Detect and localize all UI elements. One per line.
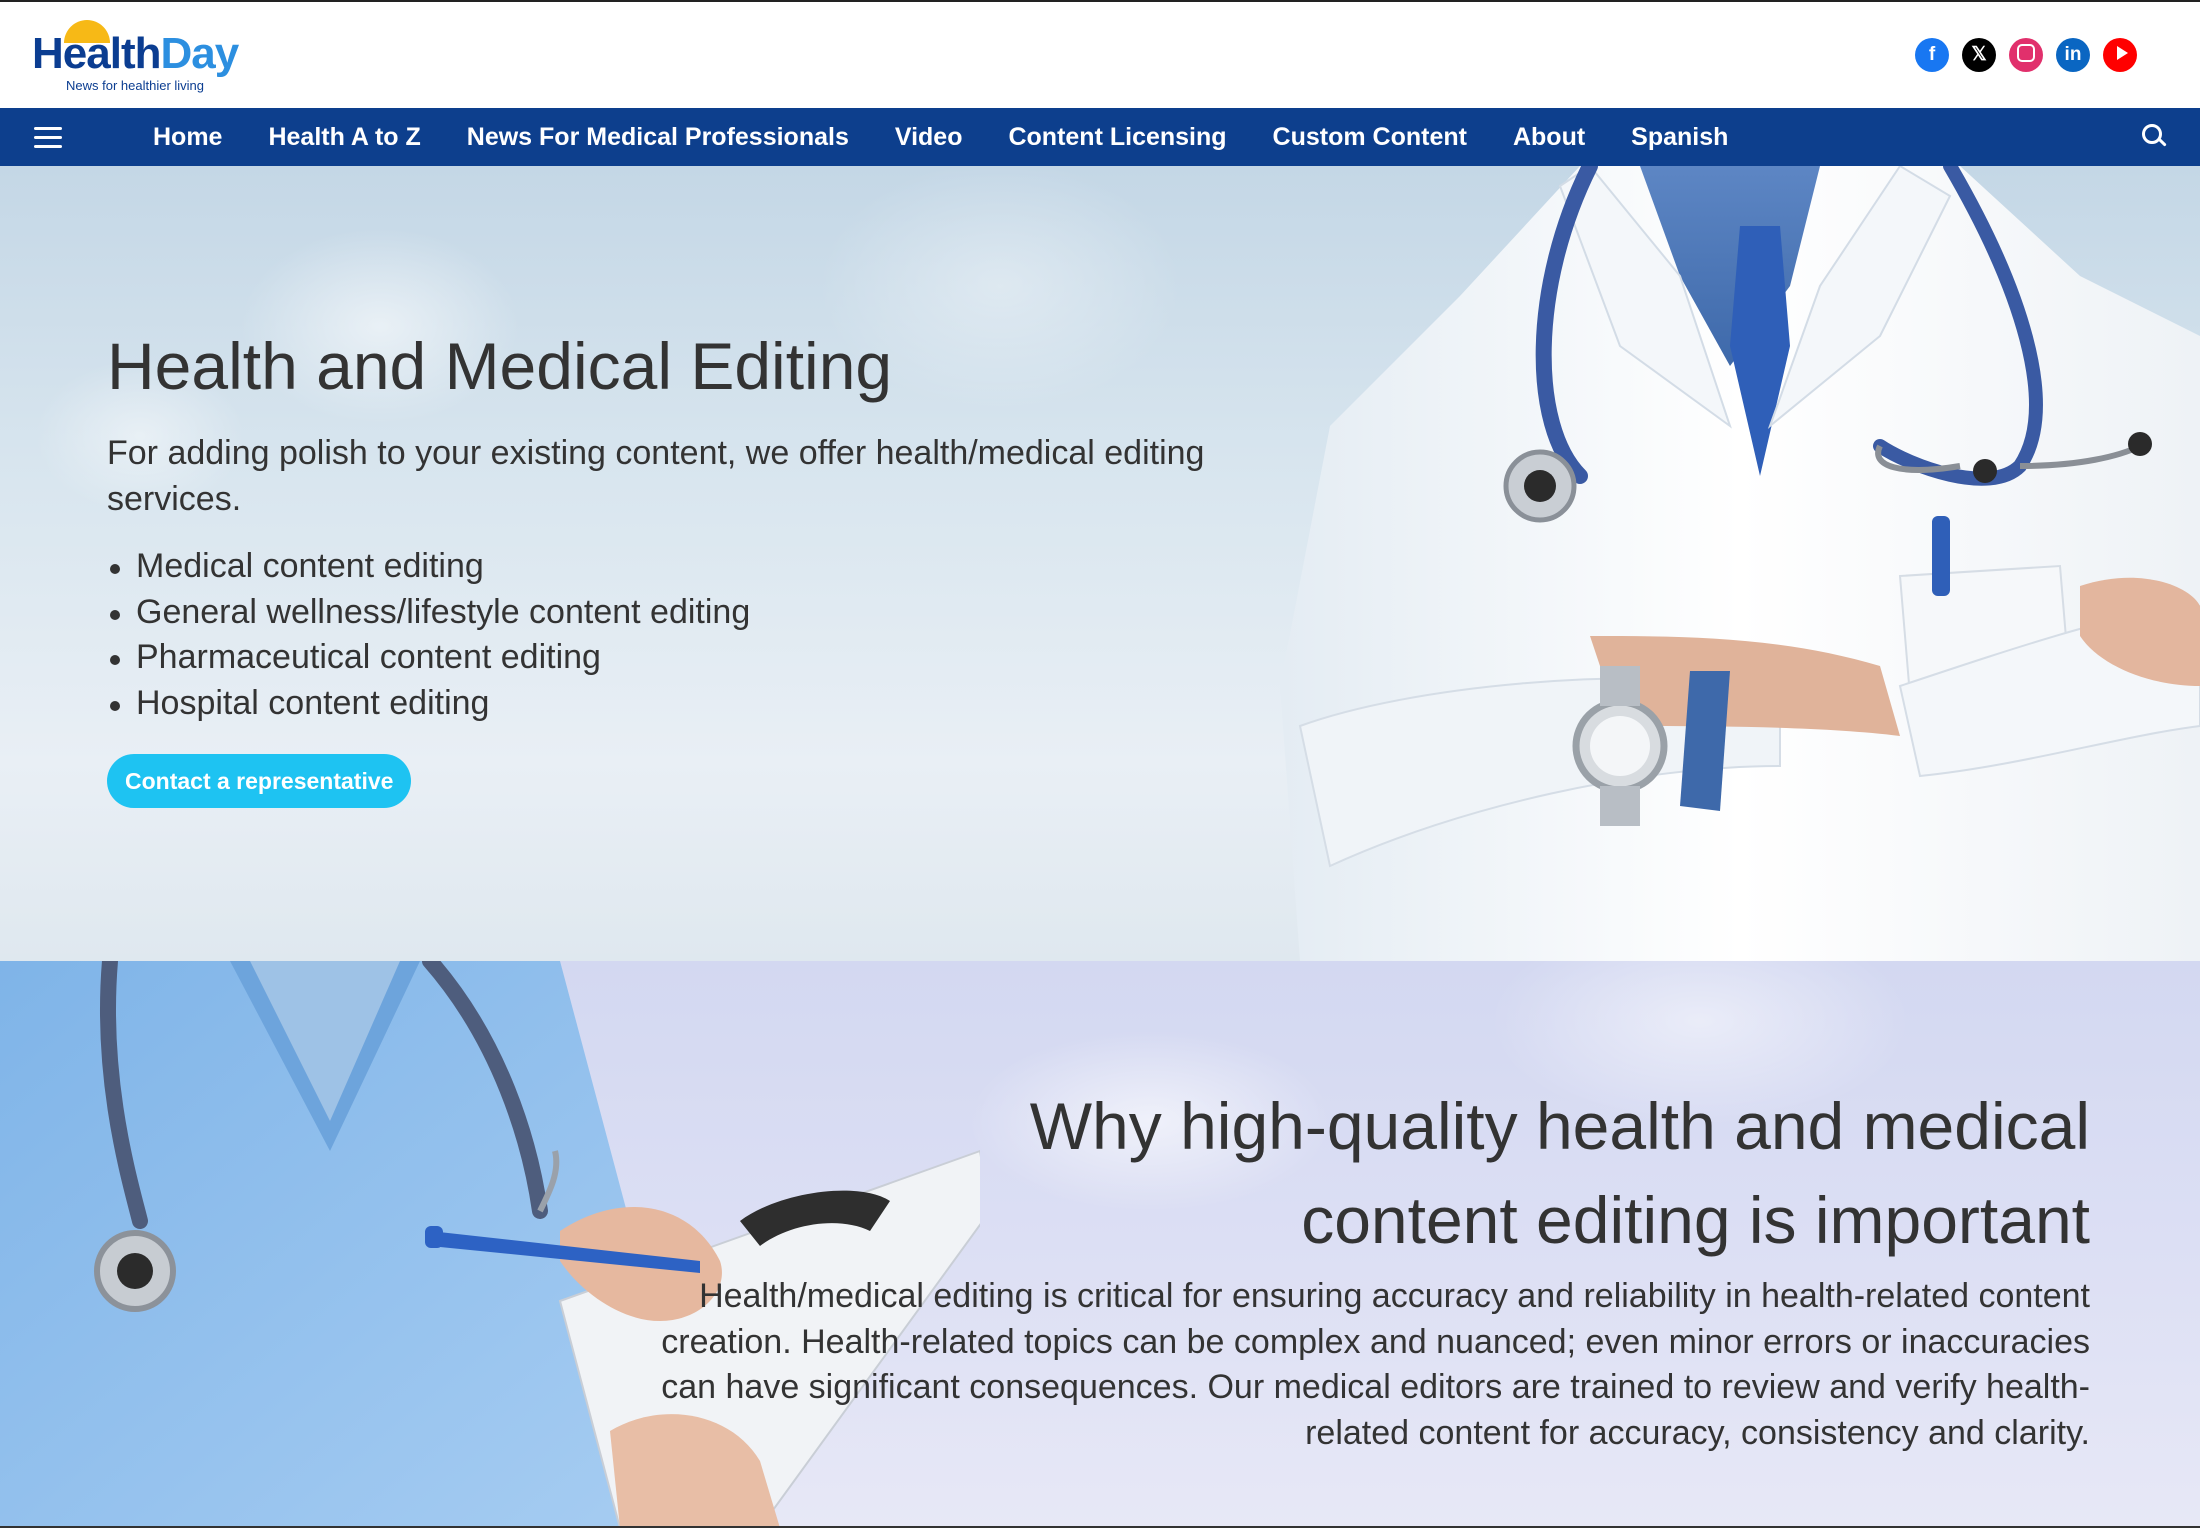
- hero-section: Health and Medical Editing For adding po…: [0, 166, 2200, 961]
- services-list: Medical content editing General wellness…: [107, 544, 750, 726]
- why-editing-section: Why high-quality health and medical cont…: [0, 961, 2200, 1528]
- social-links: f 𝕏 in: [1915, 38, 2137, 72]
- nav-item-custom-content[interactable]: Custom Content: [1250, 108, 1490, 166]
- section-heading: Why high-quality health and medical cont…: [790, 1079, 2090, 1267]
- youtube-play-glyph: [2116, 45, 2128, 60]
- list-item: Pharmaceutical content editing: [107, 635, 750, 681]
- nav-item-video[interactable]: Video: [872, 108, 986, 166]
- logo-tagline: News for healthier living: [66, 78, 205, 93]
- heading-line-2: content editing is important: [1301, 1183, 2090, 1257]
- page-title: Health and Medical Editing: [107, 329, 893, 403]
- facebook-icon[interactable]: f: [1915, 38, 1949, 72]
- main-nav: Home Health A to Z News For Medical Prof…: [0, 108, 2200, 166]
- logo-word-health: Health: [32, 29, 161, 78]
- youtube-icon[interactable]: [2103, 38, 2137, 72]
- doctor-photo: [1280, 166, 2200, 961]
- contact-representative-button[interactable]: Contact a representative: [107, 754, 412, 808]
- logo-word-day: Day: [160, 29, 239, 78]
- nav-item-news-for-medical-professionals[interactable]: News For Medical Professionals: [444, 108, 872, 166]
- healthday-logo[interactable]: HealthDay News for healthier living: [32, 16, 252, 96]
- linkedin-icon[interactable]: in: [2056, 38, 2090, 72]
- logo-wordmark: HealthDay: [32, 29, 239, 78]
- nav-item-spanish[interactable]: Spanish: [1608, 108, 1751, 166]
- nav-item-content-licensing[interactable]: Content Licensing: [985, 108, 1249, 166]
- nav-item-about[interactable]: About: [1490, 108, 1608, 166]
- instagram-glyph: [2017, 43, 2035, 62]
- menu-icon[interactable]: [34, 127, 62, 148]
- nav-item-home[interactable]: Home: [130, 108, 245, 166]
- search-icon[interactable]: [2142, 124, 2167, 148]
- hero-description: For adding polish to your existing conte…: [107, 434, 1205, 518]
- list-item: Hospital content editing: [107, 681, 750, 727]
- list-item: Medical content editing: [107, 544, 750, 590]
- section-body: Health/medical editing is critical for e…: [661, 1277, 2090, 1452]
- list-item: General wellness/lifestyle content editi…: [107, 590, 750, 636]
- site-header: HealthDay News for healthier living f 𝕏 …: [0, 0, 2200, 108]
- instagram-icon[interactable]: [2009, 38, 2043, 72]
- nav-items: Home Health A to Z News For Medical Prof…: [130, 108, 1751, 166]
- heading-line-1: Why high-quality health and medical: [1029, 1089, 2090, 1163]
- x-icon[interactable]: 𝕏: [1962, 38, 1996, 72]
- nav-item-health-a-to-z[interactable]: Health A to Z: [245, 108, 443, 166]
